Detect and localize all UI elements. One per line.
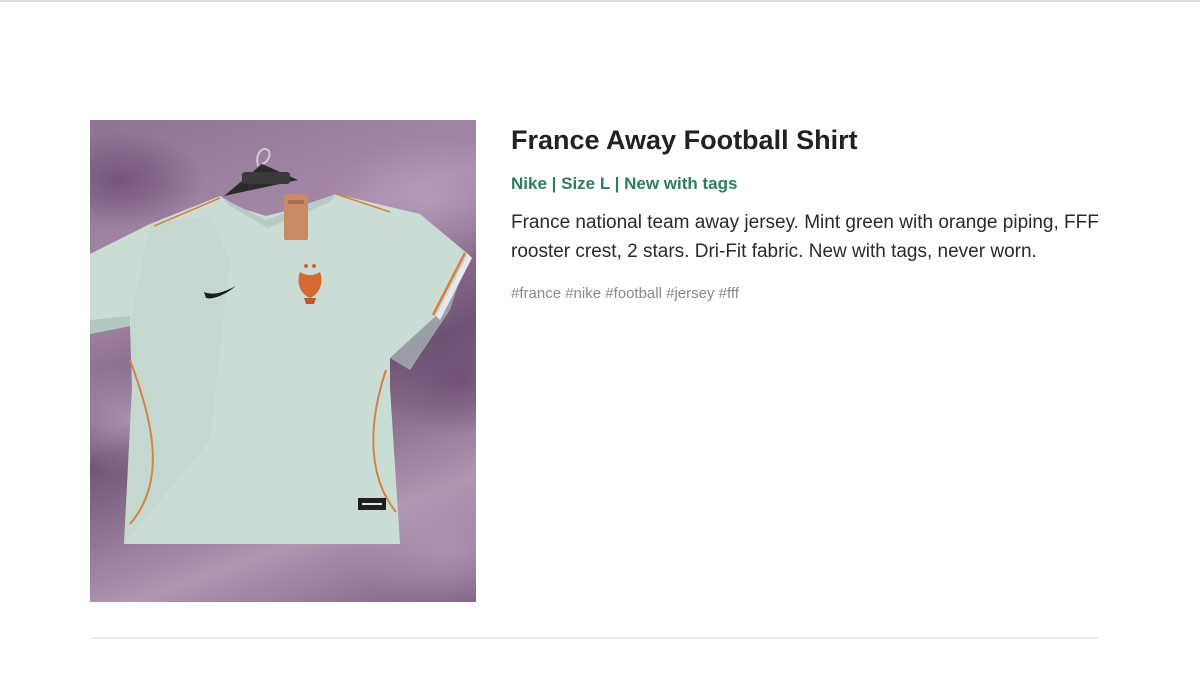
product-photo[interactable] [90,120,476,602]
listing-details: France Away Football Shirt Nike | Size L… [511,120,1111,304]
bottom-divider [90,637,1098,639]
listing-meta: Nike | Size L | New with tags [511,174,738,193]
top-divider [0,0,1200,2]
listing-title: France Away Football Shirt [511,125,858,155]
shirt-image [90,148,472,544]
listing-description: France national team away jersey. Mint g… [511,212,1099,262]
listing-tags[interactable]: #france #nike #football #jersey #fff [511,284,1111,304]
